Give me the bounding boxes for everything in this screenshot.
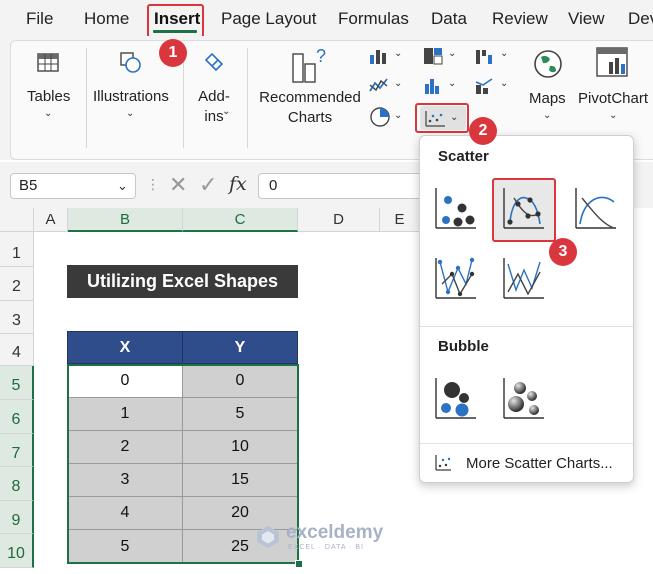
pie-chart-icon[interactable] — [368, 106, 392, 128]
callout-box-scatter — [415, 103, 469, 133]
insert-function-icon[interactable]: fx — [229, 173, 247, 195]
row-header-3[interactable]: 3 — [0, 301, 34, 334]
tab-file[interactable]: File — [26, 9, 53, 29]
column-chart-icon[interactable] — [368, 46, 390, 66]
globe-icon[interactable] — [532, 48, 564, 80]
pivotchart-icon[interactable] — [595, 46, 631, 80]
fill-handle[interactable] — [295, 560, 303, 568]
row-header-4[interactable]: 4 — [0, 334, 34, 366]
bubble-chart-icon[interactable] — [432, 374, 478, 422]
formula-input-value: 0 — [269, 177, 278, 194]
more-options-icon[interactable]: ⋮ — [146, 176, 160, 193]
watermark-brand: exceldemy — [286, 522, 384, 543]
row-header-5[interactable]: 5 — [0, 366, 34, 400]
row-header-8[interactable]: 8 — [0, 467, 34, 501]
bubble-3d-chart-icon[interactable] — [500, 374, 546, 422]
callout-box-smooth-scatter — [492, 178, 556, 242]
bubble-section-heading: Bubble — [438, 338, 489, 355]
scatter-markers-icon[interactable] — [432, 184, 478, 232]
chevron-down-icon[interactable]: ⌄ — [126, 108, 134, 119]
table-header-y[interactable]: Y — [182, 331, 298, 364]
column-header-a[interactable]: A — [34, 208, 68, 232]
more-scatter-charts-link[interactable]: More Scatter Charts... — [466, 455, 613, 472]
column-header-d[interactable]: D — [298, 208, 380, 232]
chevron-down-icon[interactable]: ⌄ — [500, 48, 508, 59]
tables-button-label[interactable]: Tables — [27, 87, 70, 107]
menu-bar: File Home Insert Page Layout Formulas Da… — [0, 0, 653, 36]
chevron-down-icon[interactable]: ⌄ — [609, 110, 617, 121]
scatter-straight-lines-icon[interactable] — [500, 254, 546, 302]
pivotchart-button-label[interactable]: PivotChart — [578, 89, 648, 109]
line-chart-icon[interactable] — [368, 76, 390, 96]
formula-input[interactable]: 0 — [258, 173, 428, 199]
row-header-1[interactable]: 1 — [0, 232, 34, 267]
row-header-9[interactable]: 9 — [0, 501, 34, 534]
step-badge-2: 2 — [469, 117, 497, 145]
row-header-6[interactable]: 6 — [0, 400, 34, 434]
waterfall-chart-icon[interactable] — [474, 46, 496, 66]
chevron-down-icon[interactable]: ⌄ — [543, 110, 551, 121]
tab-home[interactable]: Home — [84, 9, 129, 29]
scatter-section-heading: Scatter — [438, 148, 489, 165]
chevron-down-icon[interactable]: ⌄ — [500, 78, 508, 89]
row-header-7[interactable]: 7 — [0, 434, 34, 467]
row-header-10[interactable]: 10 — [0, 534, 34, 568]
chevron-down-icon[interactable]: ⌄ — [448, 48, 456, 59]
tab-formulas[interactable]: Formulas — [338, 9, 409, 29]
column-header-e[interactable]: E — [380, 208, 420, 232]
recommended-charts-icon[interactable]: ? — [290, 46, 330, 84]
tab-view[interactable]: View — [568, 9, 605, 29]
tab-developer[interactable]: Dev — [628, 9, 653, 29]
callout-box-insert — [147, 4, 204, 38]
scatter-straight-lines-markers-icon[interactable] — [432, 254, 478, 302]
row-header-2[interactable]: 2 — [0, 267, 34, 301]
column-header-b[interactable]: B — [68, 208, 183, 232]
chevron-down-icon[interactable]: ⌄ — [394, 48, 402, 59]
step-badge-3: 3 — [549, 238, 577, 266]
ribbon-divider — [86, 48, 87, 148]
watermark-tagline: EXCEL · DATA · BI — [288, 544, 364, 551]
hierarchy-chart-icon[interactable] — [422, 46, 444, 66]
addins-icon[interactable] — [201, 50, 227, 74]
step-badge-1: 1 — [159, 39, 187, 67]
maps-button-label[interactable]: Maps — [529, 89, 566, 109]
statistic-chart-icon[interactable] — [422, 76, 444, 96]
column-header-c[interactable]: C — [183, 208, 298, 232]
illustrations-button-label[interactable]: Illustrations — [93, 87, 169, 107]
chevron-down-icon[interactable]: ⌄ — [394, 110, 402, 121]
recommended-charts-label[interactable]: Recommended Charts — [259, 88, 361, 128]
sheet-title: Utilizing Excel Shapes — [67, 265, 298, 298]
chevron-down-icon[interactable]: ⌄ — [394, 78, 402, 89]
tab-data[interactable]: Data — [431, 9, 467, 29]
chevron-down-icon[interactable]: ⌄ — [44, 108, 52, 119]
scatter-chart-dropdown: Scatter Bubble More Scatter Charts... — [419, 135, 634, 483]
cancel-icon[interactable]: ✕ — [169, 172, 187, 198]
exceldemy-logo-icon — [257, 526, 279, 548]
select-all-corner[interactable] — [0, 208, 34, 232]
tab-review[interactable]: Review — [492, 9, 548, 29]
dropdown-divider — [420, 326, 633, 327]
shapes-icon[interactable] — [118, 50, 144, 74]
chevron-down-icon[interactable]: ⌄ — [448, 78, 456, 89]
ribbon-divider — [183, 48, 184, 148]
name-box-value: B5 — [19, 177, 38, 194]
chevron-down-icon[interactable]: ⌄ — [222, 106, 230, 117]
table-icon[interactable] — [36, 52, 60, 74]
combo-chart-icon[interactable] — [474, 76, 496, 96]
chevron-down-icon[interactable]: ⌄ — [117, 178, 128, 194]
table-header-x[interactable]: X — [67, 331, 183, 364]
enter-icon[interactable]: ✓ — [199, 172, 217, 198]
ribbon-divider — [247, 48, 248, 148]
tab-page-layout[interactable]: Page Layout — [221, 9, 316, 29]
svg-text:?: ? — [316, 46, 326, 66]
more-charts-icon[interactable] — [434, 454, 452, 472]
scatter-smooth-lines-icon[interactable] — [572, 184, 618, 232]
dropdown-divider — [420, 443, 633, 444]
